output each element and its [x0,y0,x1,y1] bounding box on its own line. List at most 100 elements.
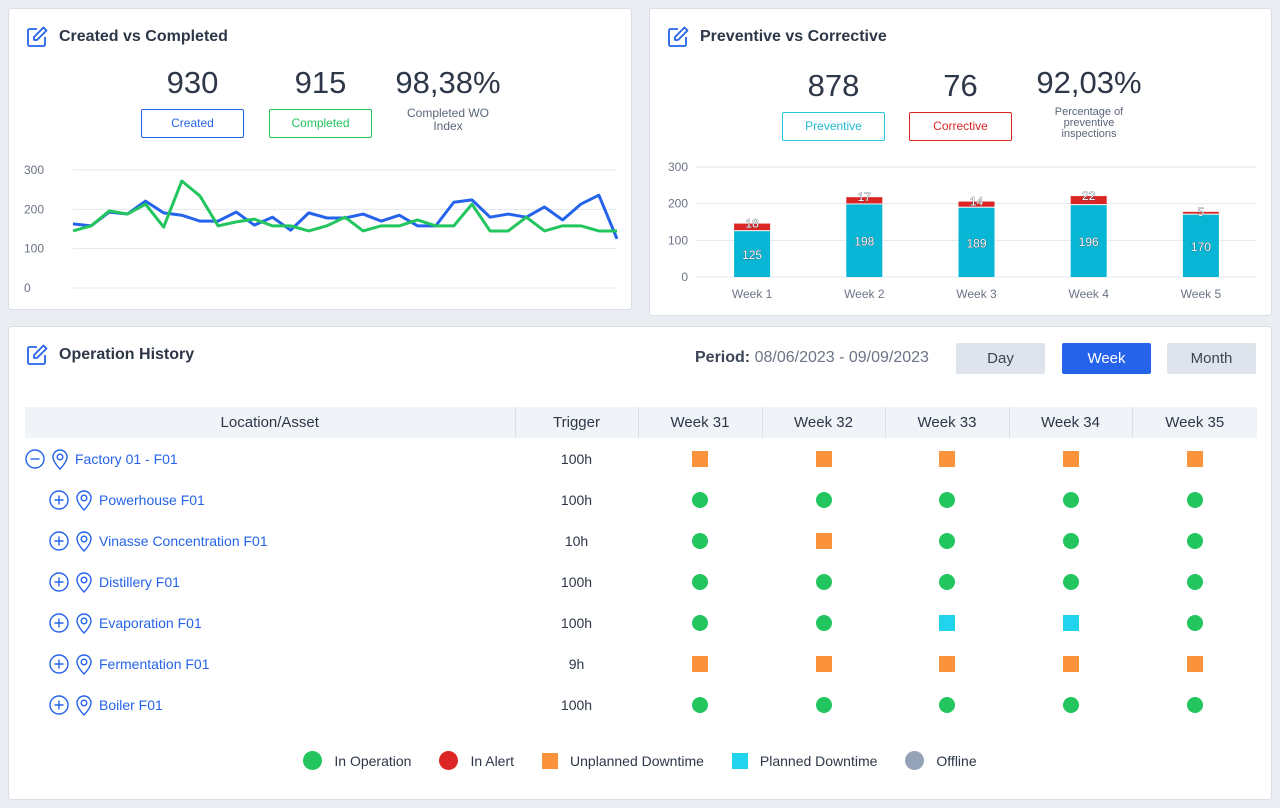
legend-item-operation: In Operation [303,751,411,770]
status-indicator-operation[interactable] [1062,533,1079,550]
status-cell [885,684,1009,725]
location-pin-icon [76,571,92,593]
status-indicator-operation[interactable] [815,574,832,591]
status-cell [762,602,885,643]
kpi-completed-index: 98,38% Completed WO Index [393,65,503,133]
created-button[interactable]: Created [141,109,244,138]
location-name-link[interactable]: Powerhouse F01 [99,492,205,508]
status-indicator-operation[interactable] [815,615,832,632]
status-indicator-operation[interactable] [1186,697,1203,714]
day-button[interactable]: Day [956,343,1045,374]
completed-button[interactable]: Completed [269,109,372,138]
location-name-link[interactable]: Factory 01 - F01 [75,451,178,467]
card-header: Operation History [25,343,194,367]
corrective-button[interactable]: Corrective [909,112,1012,141]
trigger-cell: 9h [568,655,585,672]
status-indicator-operation[interactable] [692,492,708,509]
edit-icon[interactable] [666,25,690,49]
status-indicator-unplanned[interactable] [692,656,708,673]
table-row: Factory 01 - F01 100h [25,438,1257,479]
status-indicator-unplanned[interactable] [692,451,708,468]
column-header[interactable]: Week 34 [1009,407,1133,438]
column-header[interactable]: Week 33 [885,407,1010,438]
location-pin-icon [76,694,92,716]
preventive-button[interactable]: Preventive [782,112,885,141]
status-indicator-planned[interactable] [939,615,955,632]
legend-swatch-operation [303,751,323,770]
status-indicator-operation[interactable] [939,492,955,509]
status-indicator-unplanned[interactable] [815,451,832,468]
month-button[interactable]: Month [1167,343,1256,374]
bar-chart: 0 100 200 300 125 18 Week 1 198 17 Week 2 189 14 Wee… [668,160,1256,301]
status-indicator-unplanned[interactable] [815,533,832,550]
expand-icon[interactable] [49,571,69,592]
status-indicator-operation[interactable] [1186,615,1203,632]
expand-icon[interactable] [49,653,69,674]
status-indicator-operation[interactable] [692,574,708,591]
expand-icon[interactable] [49,530,69,551]
column-header[interactable]: Location/Asset [25,407,516,438]
legend-swatch-offline [905,751,925,770]
location-pin-icon [52,448,68,470]
status-indicator-operation[interactable] [815,697,832,714]
status-indicator-unplanned[interactable] [939,451,955,468]
collapse-icon[interactable] [25,448,45,469]
status-indicator-operation[interactable] [939,697,955,714]
status-indicator-operation[interactable] [1186,533,1203,550]
location-cell-content: Vinasse Concentration F01 [25,530,515,552]
status-indicator-operation[interactable] [1062,492,1079,509]
column-header[interactable]: Week 35 [1132,407,1257,438]
location-cell: Distillery F01 [25,561,515,602]
status-indicator-unplanned[interactable] [1186,656,1203,673]
table-header-row: Location/Asset Trigger Week 31 Week 32 W… [25,407,1257,438]
status-cell [1132,602,1257,643]
y-tick-label: 0 [24,281,31,295]
location-name-link[interactable]: Boiler F01 [99,697,163,713]
kpi-created: 930 Created [141,65,244,138]
y-tick-label: 0 [681,270,688,284]
status-indicator-operation[interactable] [939,533,955,550]
status-indicator-unplanned[interactable] [939,656,955,673]
column-header[interactable]: Week 32 [762,407,886,438]
status-indicator-operation[interactable] [692,697,708,714]
table-row: Distillery F01 100h [25,561,1257,602]
status-indicator-operation[interactable] [815,492,832,509]
legend-item-unplanned: Unplanned Downtime [542,751,704,770]
card-header: Preventive vs Corrective [666,25,887,49]
operation-history-card: Operation History Period: 08/06/2023 - 0… [8,326,1272,800]
location-name-link[interactable]: Fermentation F01 [99,656,210,672]
status-indicator-unplanned[interactable] [1062,451,1079,468]
status-indicator-operation[interactable] [1062,574,1079,591]
expand-icon[interactable] [49,694,69,715]
kpi-value: 98,38% [395,65,501,100]
status-indicator-unplanned[interactable] [815,656,832,673]
status-indicator-planned[interactable] [1062,615,1079,632]
location-cell: Fermentation F01 [25,643,515,684]
status-indicator-unplanned[interactable] [1062,656,1079,673]
status-indicator-operation[interactable] [1186,574,1203,591]
status-indicator-operation[interactable] [692,533,708,550]
column-header[interactable]: Week 31 [638,407,763,438]
status-indicator-unplanned[interactable] [1186,451,1203,468]
kpi-corrective: 76 Corrective [909,68,1012,141]
status-indicator-operation[interactable] [1186,492,1203,509]
location-name-link[interactable]: Vinasse Concentration F01 [99,533,268,549]
status-indicator-operation[interactable] [692,615,708,632]
status-cell [885,602,1009,643]
expand-icon[interactable] [49,612,69,633]
status-cell [1132,684,1257,725]
column-header[interactable]: Trigger [515,407,639,438]
status-indicator-operation[interactable] [939,574,955,591]
status-cell [1009,438,1132,479]
edit-icon[interactable] [25,343,49,367]
week-button[interactable]: Week [1062,343,1151,374]
edit-icon[interactable] [25,25,49,49]
location-name-link[interactable]: Evaporation F01 [99,615,202,631]
status-cell [885,561,1009,602]
status-cell [885,479,1009,520]
status-indicator-operation[interactable] [1062,697,1079,714]
y-tick-label: 200 [668,197,688,211]
expand-icon[interactable] [49,489,69,510]
status-cell [1009,684,1132,725]
location-name-link[interactable]: Distillery F01 [99,574,180,590]
